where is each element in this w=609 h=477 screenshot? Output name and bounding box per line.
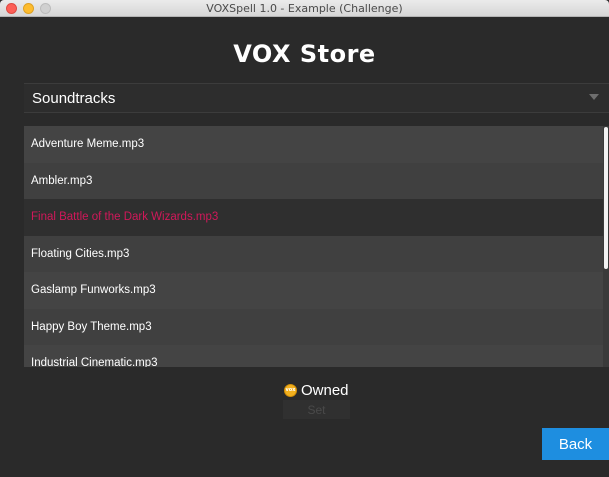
category-dropdown[interactable]: Soundtracks bbox=[24, 83, 609, 113]
list-item[interactable]: Ambler.mp3 bbox=[24, 162, 609, 199]
owned-label: Owned bbox=[301, 381, 349, 399]
window-titlebar[interactable]: VOXSpell 1.0 - Example (Challenge) bbox=[0, 0, 609, 17]
list-item[interactable]: Floating Cities.mp3 bbox=[24, 235, 609, 272]
list-item[interactable]: Gaslamp Funworks.mp3 bbox=[24, 272, 609, 309]
window-title: VOXSpell 1.0 - Example (Challenge) bbox=[206, 2, 403, 15]
category-selected-value: Soundtracks bbox=[32, 90, 116, 107]
back-button[interactable]: Back bbox=[542, 428, 609, 460]
scrollbar-thumb[interactable] bbox=[604, 127, 608, 269]
soundtrack-list[interactable]: Adventure Meme.mp3 Ambler.mp3 Final Batt… bbox=[24, 126, 609, 367]
list-item[interactable]: Adventure Meme.mp3 bbox=[24, 126, 609, 163]
coin-icon: vox bbox=[284, 383, 297, 397]
page-title: VOX Store bbox=[233, 40, 376, 68]
list-item[interactable]: Industrial Cinematic.mp3 bbox=[24, 345, 609, 367]
chevron-down-icon bbox=[589, 94, 599, 100]
set-button[interactable]: Set bbox=[283, 400, 350, 419]
list-item[interactable]: Happy Boy Theme.mp3 bbox=[24, 308, 609, 345]
list-item-selected[interactable]: Final Battle of the Dark Wizards.mp3 bbox=[24, 199, 609, 236]
owned-status: vox Owned bbox=[284, 381, 349, 399]
list-scrollbar[interactable] bbox=[603, 126, 609, 367]
